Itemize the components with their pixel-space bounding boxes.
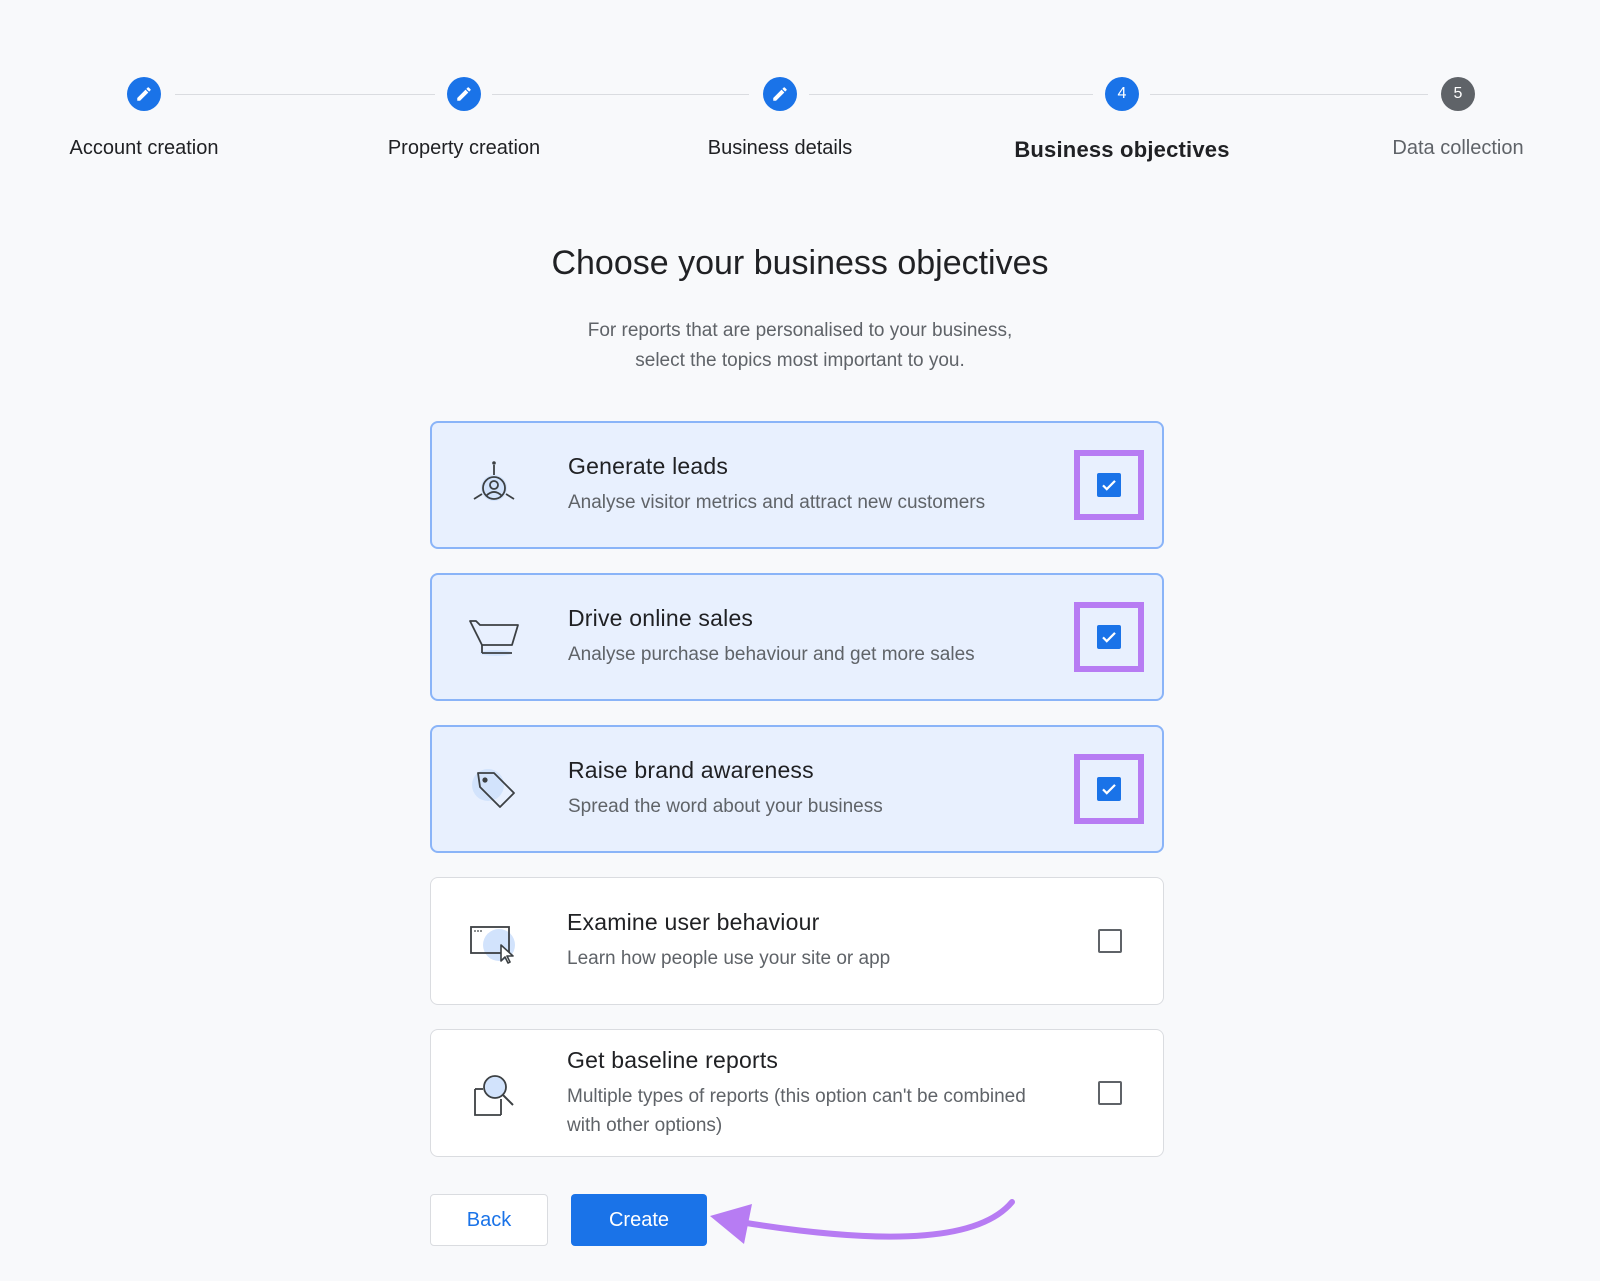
page-title: Choose your business objectives: [551, 244, 1049, 282]
checkbox-container: [1075, 906, 1145, 976]
edit-icon: [773, 87, 787, 101]
checkmark-icon: [1102, 480, 1116, 491]
page-subtitle: For reports that are personalised to you…: [0, 316, 1600, 376]
step-business-details[interactable]: Business details: [650, 77, 910, 160]
option-title: Examine user behaviour: [567, 909, 820, 935]
option-generate-leads[interactable]: Generate leads Analyse visitor metrics a…: [430, 421, 1164, 549]
option-description: Learn how people use your site or app: [567, 948, 891, 969]
annotation-arrow-icon: [710, 1199, 1015, 1244]
option-title: Get baseline reports: [567, 1046, 779, 1073]
step-5-circle: 5: [1441, 77, 1475, 111]
step-label: Account creation: [69, 137, 219, 159]
objectives-list: Generate leads Analyse visitor metrics a…: [430, 421, 1164, 1181]
step-data-collection: 5 Data collection: [1328, 77, 1588, 160]
step-label: Data collection: [1392, 137, 1524, 159]
edit-icon: [137, 87, 151, 101]
get-baseline-reports-checkbox[interactable]: [1098, 1081, 1122, 1105]
option-examine-user-behaviour[interactable]: Examine user behaviour Learn how people …: [430, 877, 1164, 1005]
step-2-circle: [447, 77, 481, 111]
option-title: Drive online sales: [568, 605, 754, 631]
step-label: Business details: [707, 137, 853, 159]
edit-icon: [457, 87, 471, 101]
checkbox-highlight: [1074, 602, 1144, 672]
option-drive-online-sales[interactable]: Drive online sales Analyse purchase beha…: [430, 573, 1164, 701]
screen-cursor-icon: [463, 911, 523, 971]
subtitle-line: select the topics most important to you.: [635, 350, 965, 371]
option-description: Spread the word about your business: [568, 796, 883, 817]
checkmark-icon: [1102, 632, 1116, 643]
step-3-circle: [763, 77, 797, 111]
step-property-creation[interactable]: Property creation: [334, 77, 594, 160]
back-button[interactable]: Back: [430, 1194, 548, 1246]
cart-icon: [464, 607, 524, 667]
step-label: Property creation: [387, 137, 541, 159]
subtitle-line: For reports that are personalised to you…: [587, 320, 1013, 341]
option-raise-brand-awareness[interactable]: Raise brand awareness Spread the word ab…: [430, 725, 1164, 853]
checkbox-highlight: [1074, 450, 1144, 520]
option-title: Generate leads: [568, 453, 729, 479]
checkbox-highlight: [1074, 754, 1144, 824]
option-title: Raise brand awareness: [568, 757, 814, 783]
step-business-objectives: 4 Business objectives: [992, 77, 1252, 163]
step-account-creation[interactable]: Account creation: [14, 77, 274, 160]
drive-online-sales-checkbox[interactable]: [1097, 625, 1121, 649]
step-1-circle: [127, 77, 161, 111]
option-get-baseline-reports[interactable]: Get baseline reports Multiple types of r…: [430, 1029, 1164, 1157]
checkbox-container: [1075, 1058, 1145, 1128]
raise-brand-awareness-checkbox[interactable]: [1097, 777, 1121, 801]
leads-icon: [464, 455, 524, 515]
option-description: Analyse visitor metrics and attract new …: [568, 492, 986, 513]
report-search-icon: [463, 1063, 523, 1123]
step-4-circle: 4: [1105, 77, 1139, 111]
step-label-current: Business objectives: [1014, 137, 1230, 162]
progress-stepper: Account creation Property creation Busin…: [0, 0, 1600, 200]
examine-user-behaviour-checkbox[interactable]: [1098, 929, 1122, 953]
generate-leads-checkbox[interactable]: [1097, 473, 1121, 497]
create-button[interactable]: Create: [571, 1194, 707, 1246]
tag-icon: [464, 759, 524, 819]
option-description: Multiple types of reports (this option c…: [567, 1085, 1026, 1136]
option-description: Analyse purchase behaviour and get more …: [568, 644, 975, 665]
checkmark-icon: [1102, 784, 1116, 795]
